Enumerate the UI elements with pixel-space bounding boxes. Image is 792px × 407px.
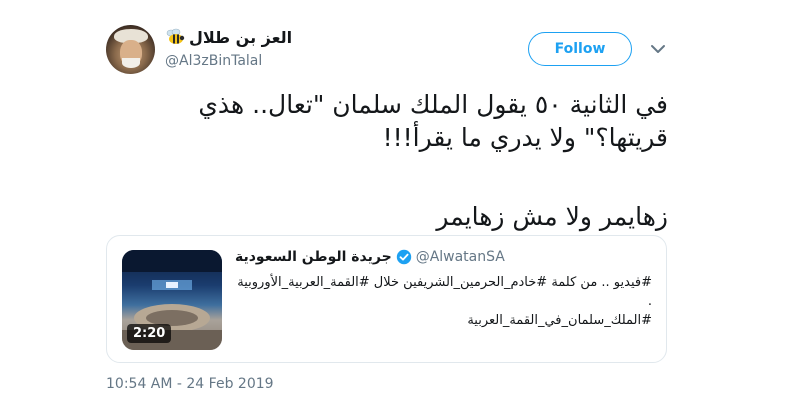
author-display-name[interactable]: العز بن طلال: [189, 28, 292, 47]
quoted-tweet-header[interactable]: جريدة الوطن السعودية @AlwatanSA: [235, 249, 505, 265]
bee-icon: [166, 28, 185, 44]
avatar-beard: [122, 58, 140, 68]
follow-button[interactable]: Follow: [528, 32, 632, 66]
quoted-text-line: #فيديو .. من كلمة #خادم_الحرمين_الشريفين…: [237, 275, 652, 290]
quoted-tweet-card[interactable]: 2:20 جريدة الوطن السعودية @AlwatanSA #في…: [106, 235, 667, 363]
quoted-display-name[interactable]: جريدة الوطن السعودية: [235, 249, 392, 265]
quoted-text-line: .: [647, 294, 652, 309]
author-name-row[interactable]: العز بن طلال: [165, 27, 292, 47]
video-duration-badge: 2:20: [127, 324, 172, 343]
author-handle[interactable]: @Al3zBinTalal: [165, 53, 262, 69]
quoted-tweet-text: #فيديو .. من كلمة #خادم_الحرمين_الشريفين…: [232, 273, 652, 330]
quoted-text-line: #الملك_سلمان_في_القمة_العربية: [467, 313, 652, 328]
tweet-line: قريتها؟" ولا يدري ما يقرأ!!!: [382, 123, 668, 152]
tweet-line: زهايمر ولا مش زهايمر: [436, 202, 668, 231]
chevron-down-icon[interactable]: [649, 40, 667, 58]
video-thumbnail[interactable]: 2:20: [122, 250, 222, 350]
tweet-text: في الثانية ٥٠ يقول الملك سلمان "تعال.. ه…: [106, 88, 668, 233]
tweet-line: في الثانية ٥٠ يقول الملك سلمان "تعال.. ه…: [198, 90, 668, 119]
verified-icon: [396, 249, 411, 265]
tweet-timestamp[interactable]: 10:54 AM - 24 Feb 2019: [106, 376, 274, 392]
quoted-handle[interactable]: @AlwatanSA: [416, 249, 505, 265]
avatar[interactable]: [106, 25, 155, 74]
